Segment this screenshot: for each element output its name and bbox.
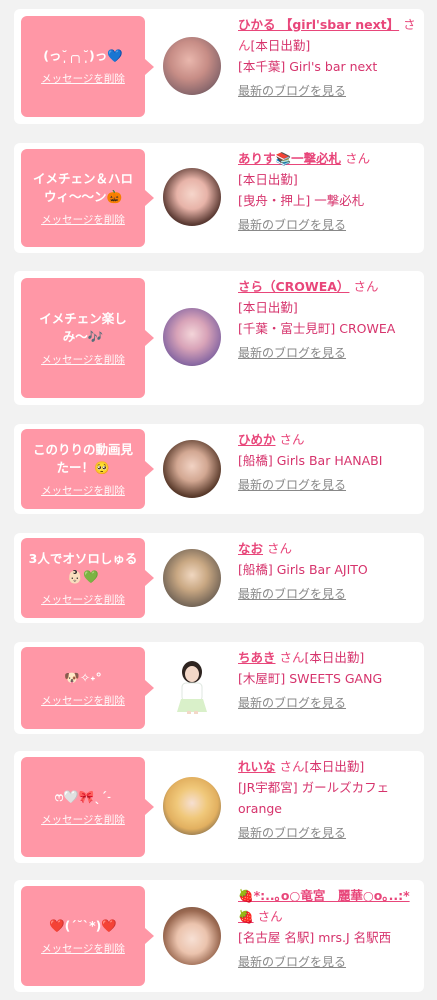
status-text: [本日出勤] <box>304 650 365 665</box>
honorific: さん <box>257 909 283 924</box>
message-text: 🐶✧˖° <box>64 669 102 685</box>
latest-blog-link[interactable]: 最新のブログを見る <box>238 823 418 844</box>
message-bubble: (っ˘̩╭╮˘̩)っ💙 メッセージを削除 <box>21 16 154 117</box>
delete-message-link[interactable]: メッセージを削除 <box>41 693 125 708</box>
message-bubble: ෆ🤍🎀ˎˊ˗ メッセージを削除 <box>21 757 154 857</box>
cast-photo <box>177 661 207 714</box>
message-bubble: イメチェン楽しみ〜🎶 メッセージを削除 <box>21 278 154 398</box>
honorific: さん <box>279 650 305 665</box>
message-text: 3人でオソロしゅる👶🏻💚 <box>28 550 138 584</box>
avatar[interactable] <box>163 549 221 607</box>
message-card: 3人でオソロしゅる👶🏻💚 メッセージを削除 なお さん [船橋] Girls Ba… <box>14 533 424 623</box>
message-text: ෆ🤍🎀ˎˊ˗ <box>54 788 112 804</box>
cast-name-link[interactable]: なお <box>238 541 263 556</box>
message-text: ❤️(ˊ˘ˋ*)❤️ <box>49 917 117 933</box>
latest-blog-link[interactable]: 最新のブログを見る <box>238 952 418 973</box>
delete-message-link[interactable]: メッセージを削除 <box>41 212 125 227</box>
cast-name-link[interactable]: ひかる 【girl'sbar next】 <box>238 17 399 32</box>
message-card: (っ˘̩╭╮˘̩)っ💙 メッセージを削除 ひかる 【girl'sbar next… <box>14 9 424 124</box>
delete-message-link[interactable]: メッセージを削除 <box>41 71 125 86</box>
shop-text: [千葉・富士見町] CROWEA <box>238 321 396 336</box>
latest-blog-link[interactable]: 最新のブログを見る <box>238 693 418 714</box>
message-text: (っ˘̩╭╮˘̩)っ💙 <box>43 48 123 63</box>
honorific: さん <box>279 432 305 447</box>
avatar[interactable] <box>163 308 221 366</box>
latest-blog-link[interactable]: 最新のブログを見る <box>238 215 418 236</box>
shop-text: [船橋] Girls Bar AJITO <box>238 562 368 577</box>
cast-name-link[interactable]: さら（CROWEA） <box>238 279 349 294</box>
status-text: [本日出勤] <box>304 759 365 774</box>
cast-name-link[interactable]: ひめか <box>238 432 276 447</box>
delete-message-link[interactable]: メッセージを削除 <box>41 483 125 498</box>
honorific: さん <box>279 759 305 774</box>
message-bubble: 3人でオソロしゅる👶🏻💚 メッセージを削除 <box>21 538 154 618</box>
honorific: さん <box>345 151 371 166</box>
message-text: イメチェン楽しみ〜🎶 <box>39 310 127 344</box>
status-text: [本日出勤] <box>238 300 298 315</box>
delete-message-link[interactable]: メッセージを削除 <box>41 592 125 607</box>
shop-text: [木屋町] SWEETS GANG <box>238 671 383 686</box>
message-card: ෆ🤍🎀ˎˊ˗ メッセージを削除 れいな さん[本日出勤] [JR宇都宮] ガールズ… <box>14 751 424 863</box>
delete-message-link[interactable]: メッセージを削除 <box>41 941 125 956</box>
delete-message-link[interactable]: メッセージを削除 <box>41 812 125 827</box>
message-card: 🐶✧˖° メッセージを削除 ちあき さん[本日出勤] [木屋町] SWEETS G… <box>14 642 424 734</box>
avatar[interactable] <box>163 37 221 95</box>
message-card: イメチェン＆ハロウィ〜〜ン🎃 メッセージを削除 ありす📚一撃必札 さん [本日出勤… <box>14 143 424 253</box>
honorific: さん <box>353 279 379 294</box>
status-text: [本日出勤] <box>250 38 311 53</box>
shop-text: [船橋] Girls Bar HANABI <box>238 453 383 468</box>
delete-message-link[interactable]: メッセージを削除 <box>41 352 125 367</box>
latest-blog-link[interactable]: 最新のブログを見る <box>238 475 418 496</box>
message-text: イメチェン＆ハロウィ〜〜ン🎃 <box>32 170 133 204</box>
avatar[interactable] <box>163 777 221 835</box>
latest-blog-link[interactable]: 最新のブログを見る <box>238 584 418 605</box>
honorific: さん <box>267 541 293 556</box>
cast-name-link[interactable]: ちあき <box>238 650 276 665</box>
shop-text: [曳舟・押上] 一撃必札 <box>238 193 365 208</box>
avatar[interactable] <box>163 907 221 965</box>
shop-text: [本千葉] Girl's bar next <box>238 59 378 74</box>
message-bubble: ❤️(ˊ˘ˋ*)❤️ メッセージを削除 <box>21 886 154 986</box>
avatar[interactable] <box>163 440 221 498</box>
message-bubble: イメチェン＆ハロウィ〜〜ン🎃 メッセージを削除 <box>21 149 154 247</box>
avatar[interactable] <box>163 656 221 714</box>
cast-name-link[interactable]: ありす📚一撃必札 <box>238 151 341 166</box>
avatar[interactable] <box>163 168 221 226</box>
message-bubble: 🐶✧˖° メッセージを削除 <box>21 647 154 729</box>
message-card: ❤️(ˊ˘ˋ*)❤️ メッセージを削除 🍓*:..｡o○竜宮 麗華○o｡..:*… <box>14 880 424 992</box>
status-text: [本日出勤] <box>238 172 298 187</box>
latest-blog-link[interactable]: 最新のブログを見る <box>238 81 418 102</box>
shop-text: [名古屋 名駅] mrs.J 名駅西 <box>238 930 392 945</box>
message-bubble: このりりの動画見たー！🥺 メッセージを削除 <box>21 429 154 509</box>
message-card: イメチェン楽しみ〜🎶 メッセージを削除 さら（CROWEA） さん [本日出勤] … <box>14 271 424 405</box>
latest-blog-link[interactable]: 最新のブログを見る <box>238 343 418 364</box>
message-card: このりりの動画見たー！🥺 メッセージを削除 ひめか さん [船橋] Girls B… <box>14 424 424 514</box>
shop-text: [JR宇都宮] ガールズカフェ orange <box>238 780 390 816</box>
cast-name-link[interactable]: れいな <box>238 759 276 774</box>
message-text: このりりの動画見たー！🥺 <box>32 441 133 475</box>
